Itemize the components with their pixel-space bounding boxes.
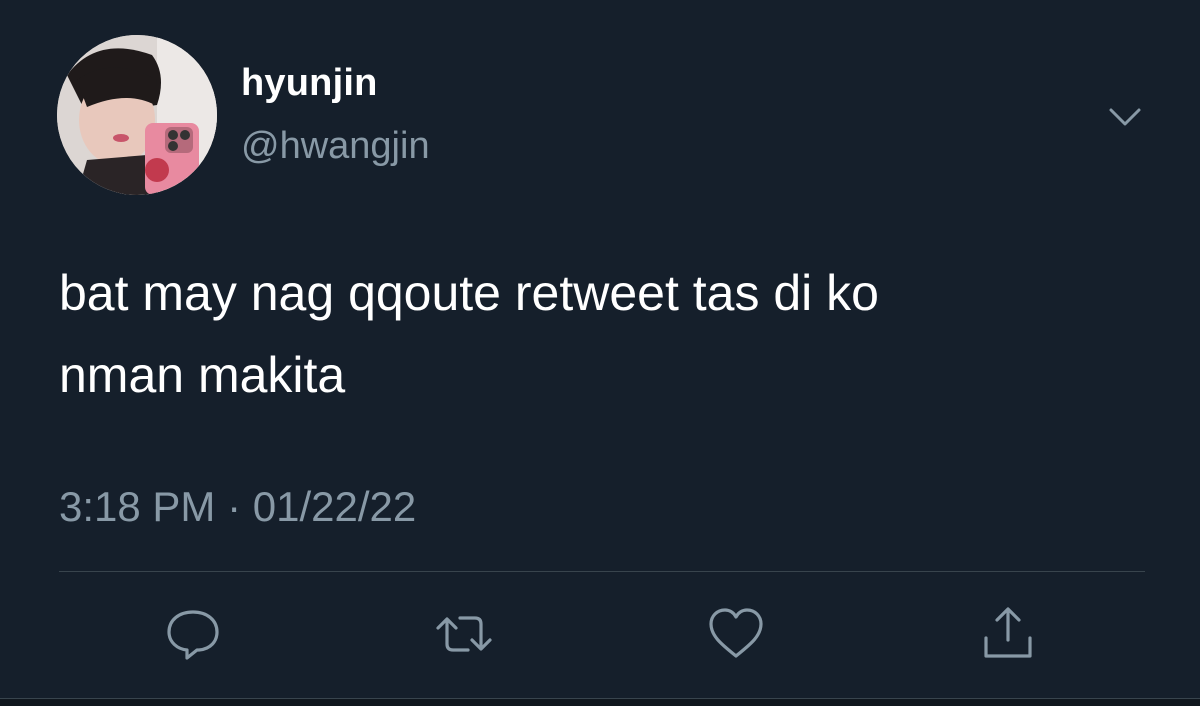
reply-icon bbox=[167, 610, 219, 660]
tweet-card: hyunjin @hwangjin bat may nag qqoute ret… bbox=[0, 0, 1200, 706]
share-button[interactable] bbox=[978, 604, 1038, 664]
chevron-down-icon[interactable] bbox=[1103, 100, 1147, 134]
heart-icon bbox=[709, 608, 763, 658]
divider bbox=[59, 571, 1145, 572]
display-name[interactable]: hyunjin bbox=[241, 62, 378, 105]
divider-bottom bbox=[0, 698, 1200, 706]
retweet-icon bbox=[436, 616, 492, 652]
retweet-button[interactable] bbox=[434, 604, 494, 664]
avatar[interactable] bbox=[57, 35, 217, 195]
tweet-text-line-2: nman makita bbox=[59, 347, 346, 403]
user-handle[interactable]: @hwangjin bbox=[241, 125, 430, 168]
like-button[interactable] bbox=[706, 604, 766, 664]
tweet-text-line-1: bat may nag qqoute retweet tas di ko bbox=[59, 265, 879, 321]
tweet-timestamp[interactable]: 3:18 PM · 01/22/22 bbox=[59, 483, 416, 531]
share-icon bbox=[984, 607, 1032, 658]
reply-button[interactable] bbox=[163, 604, 223, 664]
tweet-text: bat may nag qqoute retweet tas di ko nma… bbox=[59, 252, 1149, 416]
